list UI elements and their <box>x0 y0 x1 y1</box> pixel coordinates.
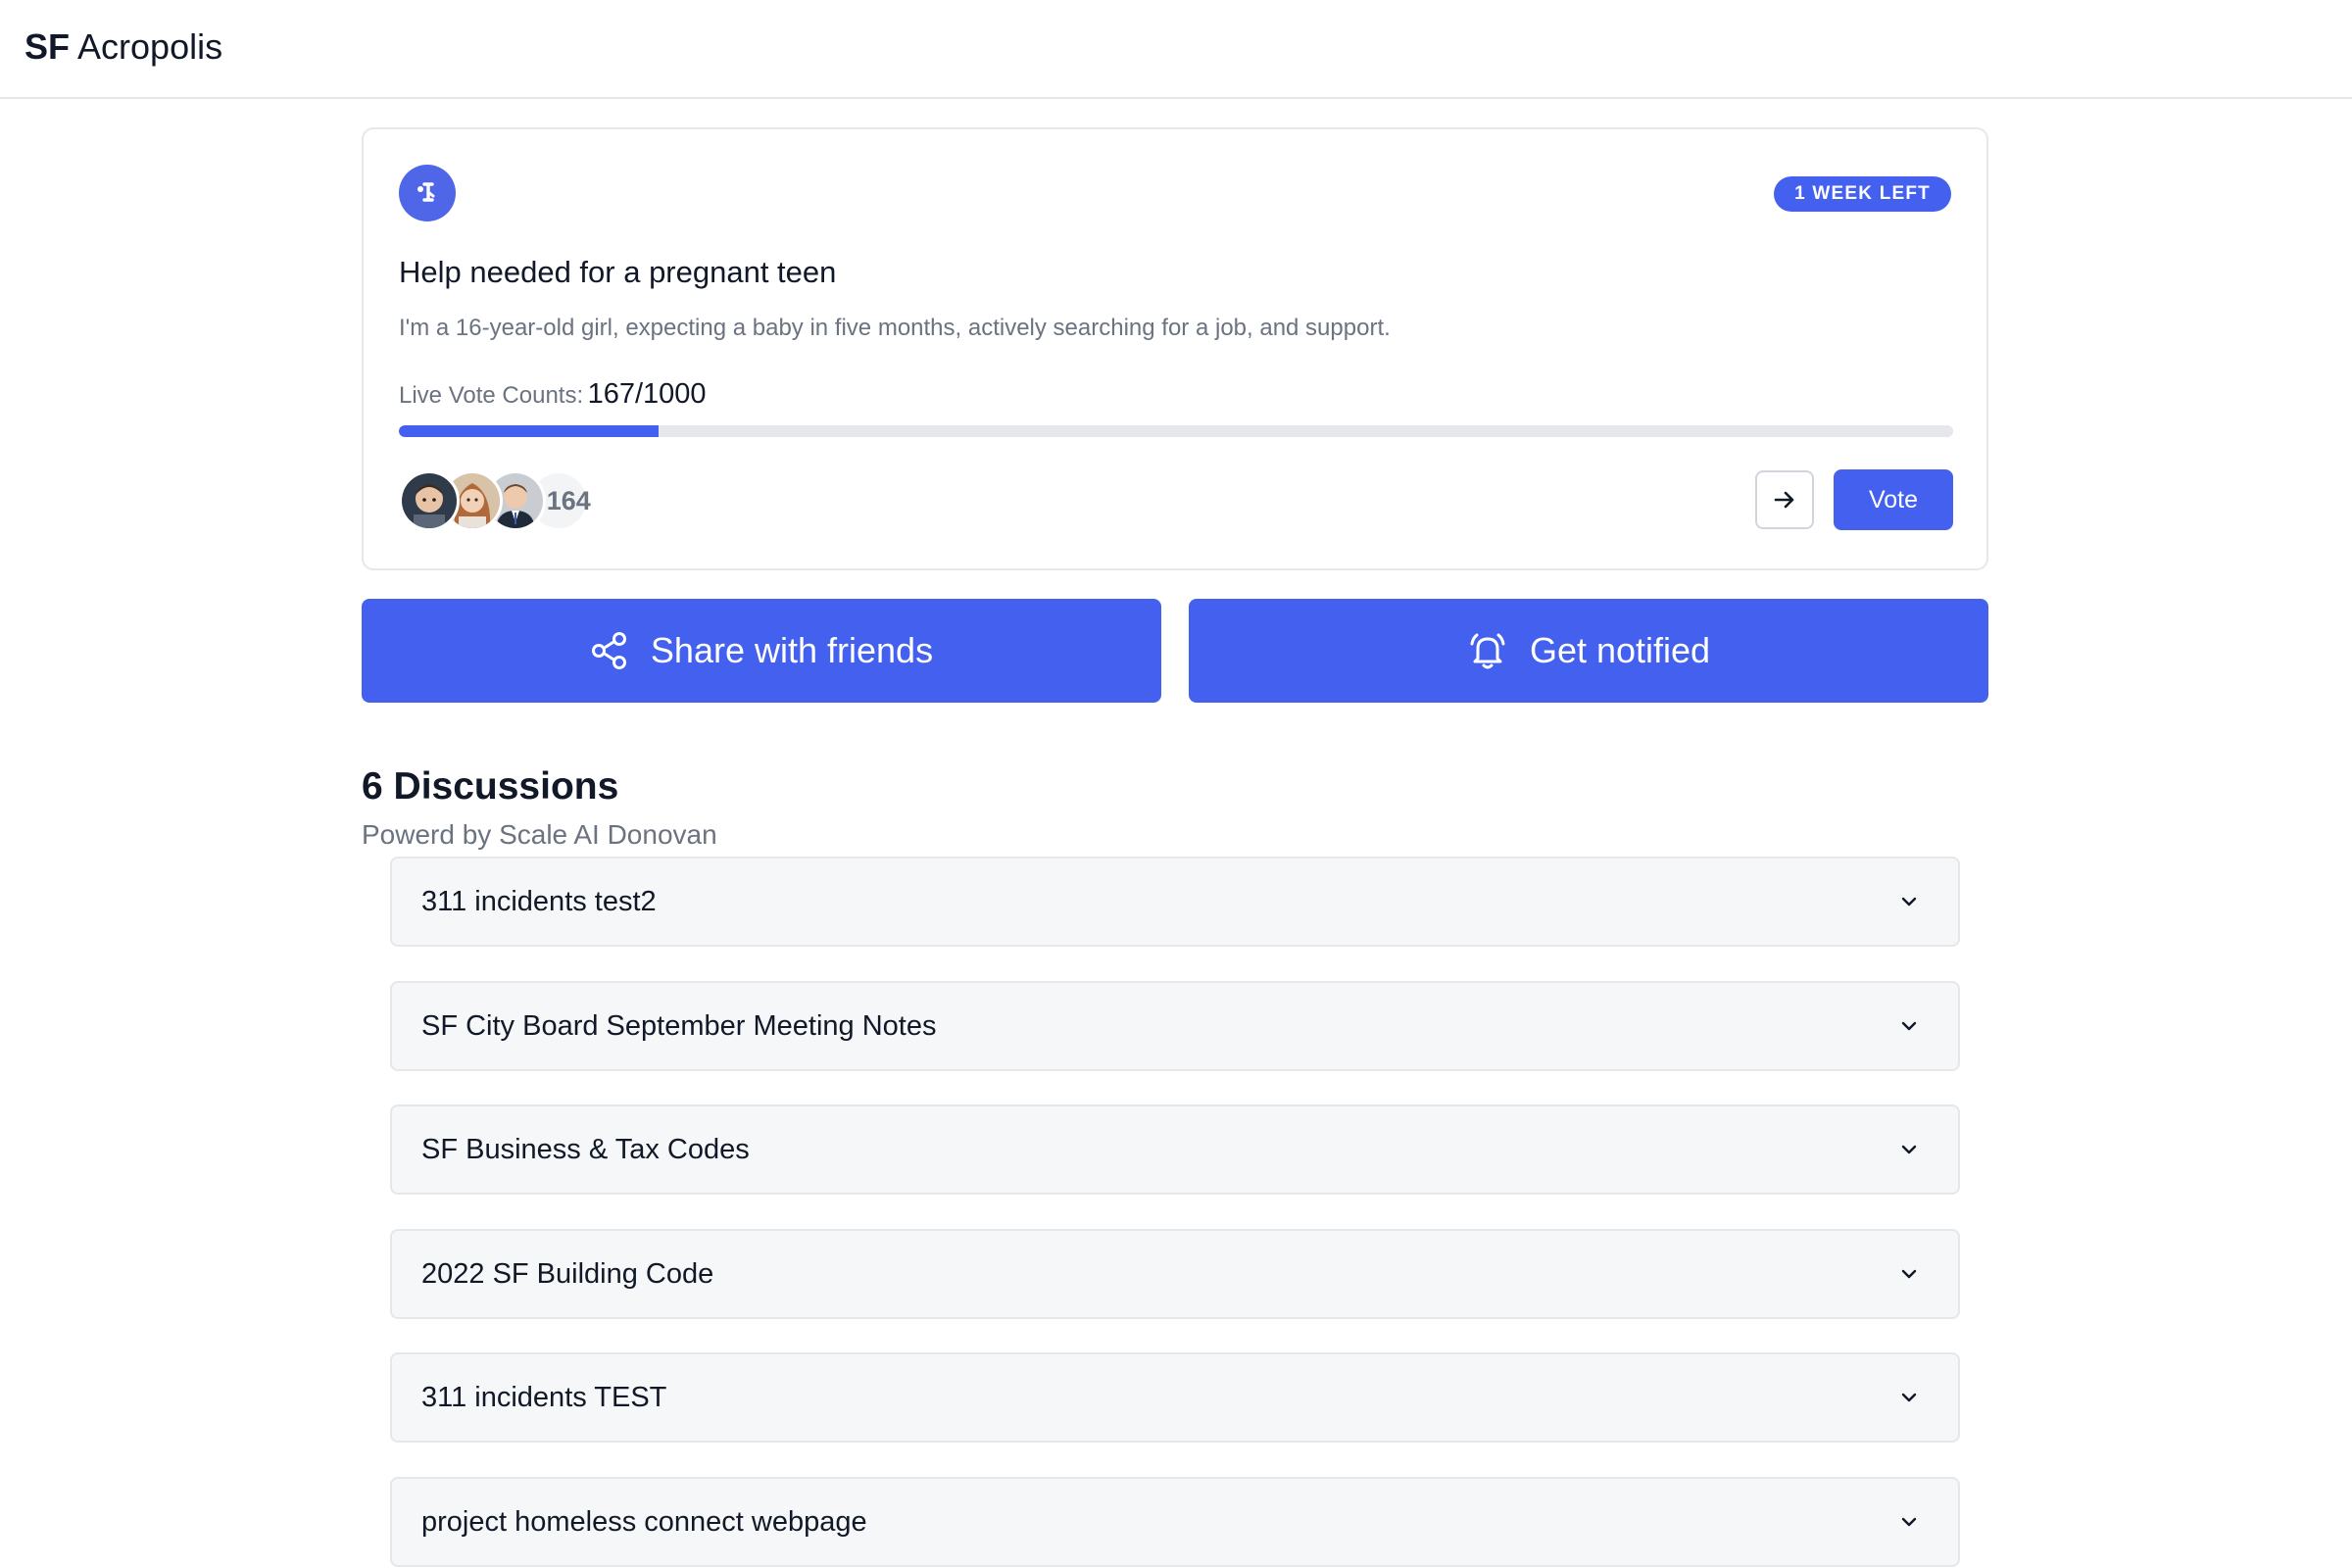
share-button[interactable]: Share with friends <box>362 599 1161 703</box>
discussion-item-label: 311 incidents test2 <box>421 886 657 917</box>
person-icon <box>399 165 456 221</box>
vote-count-line: Live Vote Counts: 167/1000 <box>399 378 707 411</box>
discussion-item[interactable]: 311 incidents test2 <box>390 857 1960 947</box>
discussion-item-label: SF City Board September Meeting Notes <box>421 1010 937 1042</box>
chevron-down-icon <box>1901 1269 1917 1279</box>
vote-button[interactable]: Vote <box>1834 469 1953 530</box>
next-button[interactable] <box>1755 470 1814 529</box>
vote-count-label: Live Vote Counts: <box>399 382 584 409</box>
brand-name: Acropolis <box>77 26 223 67</box>
vote-progress-bar <box>399 425 1953 437</box>
discussion-item-label: project homeless connect webpage <box>421 1506 867 1538</box>
discussions-subheading: Powerd by Scale AI Donovan <box>362 819 717 850</box>
petition-description: I'm a 16-year-old girl, expecting a baby… <box>399 315 1391 341</box>
discussions-heading: 6 Discussions <box>362 765 619 808</box>
time-left-badge: 1 WEEK LEFT <box>1774 176 1951 212</box>
share-icon <box>591 632 626 669</box>
discussion-item[interactable]: SF City Board September Meeting Notes <box>390 981 1960 1071</box>
bell-icon <box>1470 633 1505 669</box>
top-bar: SF Acropolis <box>0 0 2352 99</box>
vote-progress-fill <box>399 425 659 437</box>
discussion-item[interactable]: 311 incidents TEST <box>390 1352 1960 1443</box>
brand-bold: SF <box>24 26 71 67</box>
petition-title: Help needed for a pregnant teen <box>399 255 837 289</box>
discussion-item[interactable]: SF Business & Tax Codes <box>390 1104 1960 1195</box>
discussion-item-label: SF Business & Tax Codes <box>421 1134 750 1165</box>
chevron-down-icon <box>1901 1021 1917 1031</box>
vote-count-value: 167/1000 <box>587 378 707 410</box>
get-notified-button[interactable]: Get notified <box>1189 599 1988 703</box>
brand-logo[interactable]: SF Acropolis <box>24 25 222 69</box>
discussion-item-label: 2022 SF Building Code <box>421 1258 714 1290</box>
share-button-label: Share with friends <box>650 630 934 670</box>
discussion-item[interactable]: 2022 SF Building Code <box>390 1229 1960 1319</box>
discussion-item[interactable]: project homeless connect webpage <box>390 1477 1960 1567</box>
discussion-item-label: 311 incidents TEST <box>421 1382 667 1413</box>
avatar <box>399 470 460 531</box>
petition-card: 1 WEEK LEFT Help needed for a pregnant t… <box>362 127 1988 570</box>
get-notified-label: Get notified <box>1529 630 1711 670</box>
chevron-down-icon <box>1901 1145 1917 1154</box>
arrow-right-icon <box>1774 491 1794 509</box>
chevron-down-icon <box>1901 1393 1917 1402</box>
chevron-down-icon <box>1901 897 1917 906</box>
chevron-down-icon <box>1901 1517 1917 1527</box>
